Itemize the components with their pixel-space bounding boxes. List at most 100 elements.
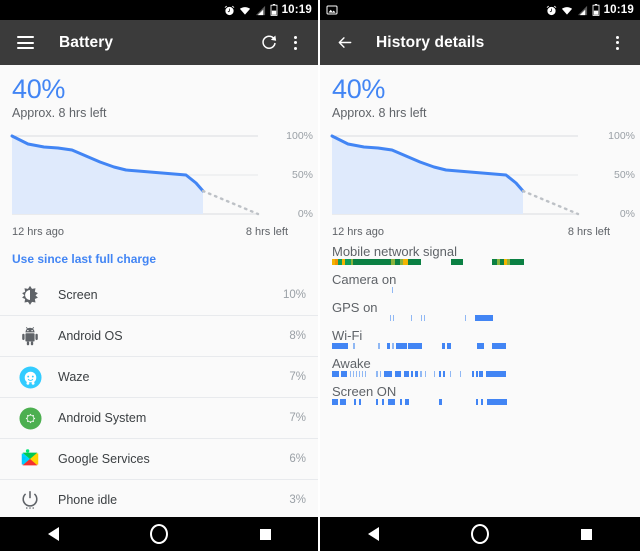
- timeline-segment: [387, 343, 390, 350]
- recents-nav-button[interactable]: [245, 521, 285, 547]
- home-nav-button[interactable]: [460, 521, 500, 547]
- battery-percent: 40%: [332, 74, 386, 104]
- timeline-segment: [396, 343, 407, 350]
- timeline-row: GPS on: [320, 300, 640, 328]
- timeline-segment: [354, 399, 356, 406]
- battery-projection-line: [521, 190, 580, 216]
- timeline-segment: [362, 371, 363, 378]
- timeline-row: Screen ON: [320, 384, 640, 412]
- back-button[interactable]: [332, 30, 358, 56]
- timeline-segment: [340, 399, 346, 406]
- timeline-row-track: [332, 315, 610, 322]
- y-tick-50: 50%: [613, 169, 635, 182]
- list-item[interactable]: Android System 7%: [0, 398, 318, 440]
- list-item-percent: 8%: [289, 330, 306, 343]
- timeline-segment: [439, 371, 441, 378]
- alarm-icon: [224, 5, 235, 16]
- status-bar-right: 10:19: [320, 0, 640, 20]
- app-bar-history: History details: [320, 20, 640, 65]
- battery-usage-list: Screen 10% Android OS 8% Waze 7% Android…: [0, 275, 318, 517]
- x-tick-start: 12 hrs ago: [332, 226, 384, 239]
- timeline-segment: [332, 343, 348, 350]
- battery-chart-y-axis: 100% 50% 0%: [273, 128, 313, 220]
- timeline-segment: [332, 399, 338, 406]
- battery-chart: 100% 50% 0% 12 hrs ago 8 hrs left: [320, 128, 640, 240]
- home-nav-button[interactable]: [139, 521, 179, 547]
- y-tick-100: 100%: [286, 130, 313, 143]
- timeline-segment: [353, 343, 355, 350]
- status-bar-left: 10:19: [0, 0, 318, 20]
- signal-icon: [577, 5, 588, 16]
- status-bar-system-icons-left: 10:19: [224, 4, 312, 16]
- timeline-segment: [359, 371, 360, 378]
- list-item[interactable]: Google Services 6%: [0, 439, 318, 481]
- list-item-label: Android System: [58, 411, 147, 426]
- more-vert-icon: [615, 35, 619, 50]
- timeline-row-track: [332, 287, 610, 294]
- recents-square-icon: [259, 528, 271, 540]
- timeline-row: Mobile network signal: [320, 244, 640, 272]
- dual-screenshot-container: 10:19 Battery 40% Approx. 8 hrs left 100…: [0, 0, 640, 551]
- wifi-icon: [561, 5, 573, 16]
- timeline-segment: [415, 371, 418, 378]
- more-vert-icon: [293, 35, 297, 50]
- hamburger-icon: [16, 36, 34, 49]
- timeline-row-track: [332, 399, 610, 406]
- app-bar-battery: Battery: [0, 20, 318, 65]
- x-tick-end: 8 hrs left: [567, 226, 610, 239]
- google-play-services-icon: [12, 448, 48, 470]
- timeline-segment: [376, 371, 378, 378]
- timeline-row: Awake: [320, 356, 640, 384]
- list-item[interactable]: Waze 7%: [0, 357, 318, 399]
- history-content: 40% Approx. 8 hrs left 100% 50% 0% 12 hr…: [320, 65, 640, 517]
- timeline-row-label: GPS on: [332, 300, 378, 316]
- battery-icon: [270, 4, 278, 16]
- back-nav-button[interactable]: [33, 521, 73, 547]
- screenshot-icon: [326, 4, 338, 16]
- wifi-icon: [239, 5, 251, 16]
- overflow-menu-button[interactable]: [604, 30, 630, 56]
- menu-button[interactable]: [12, 30, 38, 56]
- timeline-segment: [408, 259, 421, 266]
- timeline-row-track: [332, 343, 610, 350]
- list-item[interactable]: Android OS 8%: [0, 316, 318, 358]
- status-bar-clock-left: 10:19: [281, 4, 312, 16]
- timeline-row-label: Mobile network signal: [332, 244, 458, 260]
- history-details-screen: 10:19 History details 40% Approx. 8 hrs …: [320, 0, 640, 551]
- battery-chart-svg: [10, 134, 260, 216]
- timeline-segment: [481, 399, 483, 406]
- timeline-segment: [487, 399, 507, 406]
- timeline-segment: [447, 343, 451, 350]
- timeline-segment: [411, 315, 412, 322]
- timeline-segment: [460, 371, 461, 378]
- timeline-segment: [405, 399, 409, 406]
- list-item[interactable]: Phone idle 3%: [0, 480, 318, 517]
- timeline-segment: [408, 343, 422, 350]
- recents-nav-button[interactable]: [567, 521, 607, 547]
- timeline-segment: [424, 315, 425, 322]
- home-circle-icon: [150, 524, 168, 544]
- recents-square-icon: [581, 528, 593, 540]
- list-item[interactable]: Screen 10%: [0, 275, 318, 317]
- timeline-segment: [378, 343, 380, 350]
- battery-chart: 100% 50% 0% 12 hrs ago 8 hrs left: [0, 128, 318, 240]
- list-item-percent: 10%: [282, 289, 306, 302]
- page-title: History details: [376, 33, 485, 51]
- back-nav-button[interactable]: [353, 521, 393, 547]
- use-since-last-full-charge-link[interactable]: Use since last full charge: [0, 240, 318, 266]
- timeline-segment: [365, 371, 366, 378]
- battery-chart-x-axis: 12 hrs ago 8 hrs left: [0, 223, 318, 238]
- timeline-segment: [420, 371, 422, 378]
- refresh-icon: [260, 34, 278, 52]
- battery-chart-x-axis: 12 hrs ago 8 hrs left: [320, 223, 640, 238]
- back-arrow-icon: [367, 527, 379, 541]
- refresh-button[interactable]: [256, 30, 282, 56]
- list-item-percent: 7%: [289, 371, 306, 384]
- list-item-label: Google Services: [58, 452, 150, 467]
- overflow-menu-button[interactable]: [282, 30, 308, 56]
- timeline-segment: [350, 371, 351, 378]
- battery-time-remaining: Approx. 8 hrs left: [12, 106, 107, 121]
- timeline-segment: [439, 399, 442, 406]
- timeline-segment: [476, 371, 478, 378]
- power-icon: [12, 489, 48, 511]
